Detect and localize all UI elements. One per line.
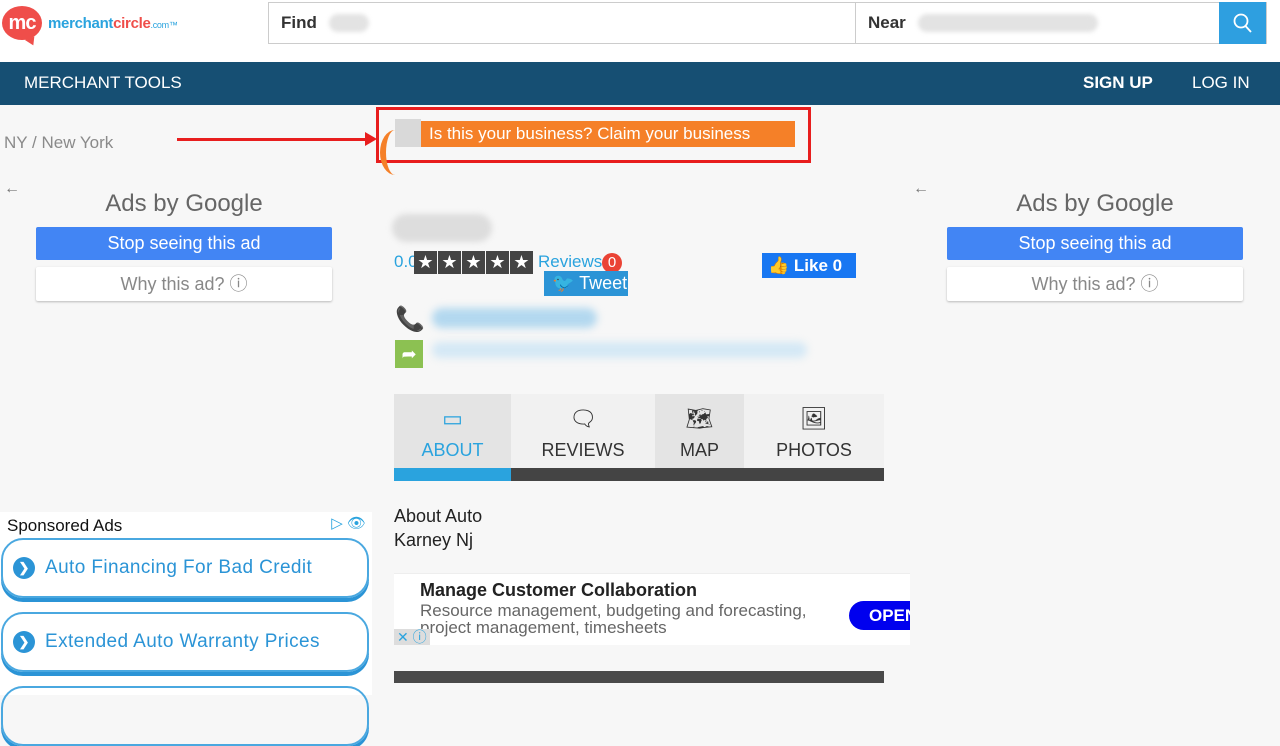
tab-about[interactable]: ▭ ABOUT <box>394 394 511 468</box>
sign-up-link[interactable]: SIGN UP <box>1083 73 1153 93</box>
find-value-blurred <box>328 14 369 32</box>
stop-seeing-ad-button[interactable]: Stop seeing this ad <box>947 227 1243 260</box>
tab-map[interactable]: 🗺 MAP <box>655 394 744 468</box>
phone-icon: 📞 <box>395 306 425 333</box>
reviews-link[interactable]: Reviews <box>538 252 602 272</box>
tab-reviews[interactable]: 🗨 REVIEWS <box>511 394 655 468</box>
star-icon: ★ <box>486 251 509 274</box>
sponsored-item[interactable] <box>1 686 369 746</box>
tab-label: MAP <box>679 440 719 460</box>
logo-text-part: circle <box>113 14 151 32</box>
annotation-arrow <box>177 132 377 146</box>
near-value-blurred <box>917 14 1098 32</box>
logo[interactable]: mc merchantcircle.com™ <box>2 6 178 40</box>
back-arrow-icon[interactable]: ← <box>4 180 20 198</box>
sponsored-item[interactable]: ❯ Extended Auto Warranty Prices <box>1 612 369 672</box>
comment-icon: 🗨 <box>569 406 597 431</box>
logo-mark: mc <box>2 6 42 40</box>
why-this-ad-button[interactable]: Why this ad? ⓘ <box>947 267 1243 301</box>
sponsored-item-label: Auto Financing For Bad Credit <box>45 557 313 578</box>
search-button[interactable] <box>1219 2 1266 44</box>
ad-description: Resource management, budgeting and forec… <box>420 601 807 637</box>
ads-by-google-title: Ads by Google <box>1016 190 1174 217</box>
search-bar: Find Near <box>268 2 1267 44</box>
log-in-link[interactable]: LOG IN <box>1192 73 1250 93</box>
logo-text-part: merchant <box>48 14 114 32</box>
star-icon: ★ <box>414 251 437 274</box>
nav-bar: MERCHANT TOOLS SIGN UP LOG IN <box>0 62 1280 105</box>
top-bar: mc merchantcircle.com™ Find Near <box>0 0 1280 62</box>
facebook-like-button[interactable]: 👍 Like 0 <box>762 253 856 278</box>
near-label: Near <box>868 13 906 32</box>
thumbs-up-icon: 👍 <box>768 256 790 275</box>
ad-headline: Manage Customer Collaboration <box>420 580 698 600</box>
sponsored-ads: Sponsored Ads ▷ 👁 ❯ Auto Financing For B… <box>0 512 372 746</box>
about-text: Karney Nj <box>394 530 474 550</box>
tab-photos[interactable]: 🖼 PHOTOS <box>744 394 884 468</box>
star-icon: ★ <box>438 251 461 274</box>
star-icon: ★ <box>462 251 485 274</box>
directions-icon: ➦ <box>395 340 423 368</box>
chevron-right-icon: ❯ <box>13 557 35 579</box>
search-icon <box>1233 13 1252 33</box>
claim-business-button[interactable]: Is this your business? Claim your busine… <box>421 121 795 147</box>
claim-curl-icon <box>380 130 410 175</box>
sponsored-title: Sponsored Ads <box>7 516 123 535</box>
tweet-label: Tweet <box>579 273 628 293</box>
tab-label: REVIEWS <box>541 440 625 460</box>
star-icon: ★ <box>510 251 533 274</box>
find-label: Find <box>281 13 317 32</box>
find-input[interactable]: Find <box>269 3 856 43</box>
tweet-button[interactable]: 🐦 Tweet <box>544 271 628 296</box>
sponsored-item[interactable]: ❯ Auto Financing For Bad Credit <box>1 538 369 598</box>
back-arrow-icon[interactable]: ← <box>913 180 929 198</box>
about-title: About Auto <box>394 506 483 526</box>
business-tabs: ▭ ABOUT 🗨 REVIEWS 🗺 MAP 🖼 PHOTOS <box>394 394 884 481</box>
phone-number-blurred[interactable] <box>432 308 597 328</box>
id-card-icon: ▭ <box>442 406 463 431</box>
tab-label: ABOUT <box>421 440 484 460</box>
add-photo-icon: 🖼 <box>800 406 828 431</box>
map-icon: 🗺 <box>685 406 714 431</box>
ad-open-button[interactable]: OPEN <box>849 601 910 630</box>
logo-text: merchantcircle.com™ <box>48 15 178 32</box>
ads-by-google-title: Ads by Google <box>105 190 263 217</box>
why-this-ad-button[interactable]: Why this ad? ⓘ <box>36 267 332 301</box>
merchant-tools-link[interactable]: MERCHANT TOOLS <box>24 73 182 93</box>
near-input[interactable]: Near <box>856 3 1219 43</box>
stop-seeing-ad-button[interactable]: Stop seeing this ad <box>36 227 332 260</box>
inline-ad[interactable]: Manage Customer Collaboration Resource m… <box>394 573 910 645</box>
twitter-icon: 🐦 <box>552 273 575 293</box>
logo-text-part: .com™ <box>150 19 178 30</box>
reviews-count-badge: 0 <box>602 253 622 273</box>
tab-label: PHOTOS <box>776 440 852 460</box>
chevron-right-icon: ❯ <box>13 631 35 653</box>
like-label: Like 0 <box>793 256 843 275</box>
star-rating[interactable]: ★ ★ ★ ★ ★ <box>414 251 534 274</box>
tab-indicator-active <box>394 468 511 481</box>
adchoices-icon[interactable]: ▷ 👁 <box>331 514 366 532</box>
business-name-blurred <box>392 214 492 242</box>
section-divider <box>394 671 884 683</box>
address-blurred[interactable] <box>432 342 807 358</box>
breadcrumb[interactable]: NY / New York <box>4 133 113 153</box>
ad-close-icon[interactable]: ✕ ⓘ <box>394 629 430 645</box>
sponsored-item-label: Extended Auto Warranty Prices <box>45 631 320 652</box>
